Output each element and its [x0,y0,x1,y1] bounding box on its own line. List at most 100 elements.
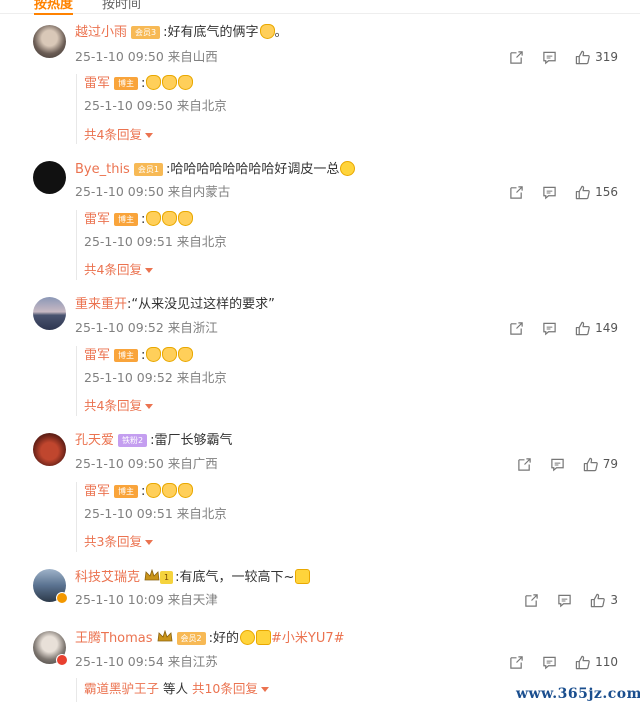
avatar[interactable] [33,161,66,194]
share-button[interactable] [509,655,524,670]
username-link[interactable]: 越过小雨 [75,25,127,40]
comment-text: :有底气，一较高下~ [175,570,295,585]
reply-text: : [141,76,146,91]
comment-button[interactable] [542,50,557,65]
comment-button[interactable] [542,185,557,200]
username-link[interactable]: 孔天爱 [75,433,114,448]
reply-divider [76,210,77,280]
caret-down-icon [144,404,153,409]
username-link[interactable]: 科技艾瑞克 [75,570,140,585]
comment-meta: 25-1-10 09:50 来自内蒙古 [75,184,231,199]
comment-line: 孔天爱 铁粉2:雷厂长够霸气 [75,432,233,450]
comment-icon [543,322,556,335]
dog-emoji-icon [146,75,162,90]
dog-emoji-icon [146,483,162,498]
tab-hot[interactable]: 按热度 [34,0,74,15]
thumbs-up-emoji-icon [256,630,272,645]
share-button[interactable] [524,593,539,608]
sort-tabs: 按热度 按时间 [0,0,640,15]
comment-button[interactable] [550,457,565,472]
thumbs-up-icon [583,457,598,471]
member-badge: 会员2 [176,632,206,645]
reply-meta: 25-1-10 09:51 来自北京 [84,234,227,249]
like-button[interactable]: 79 [583,457,618,472]
username-link[interactable]: 王腾Thomas [75,631,153,646]
comment-icon [543,656,556,669]
avatar[interactable] [33,297,66,330]
reply-username-link[interactable]: 雷军 [84,484,110,499]
more-replies-link[interactable]: 共10条回复 [192,681,269,696]
comment-meta: 25-1-10 09:50 来自山西 [75,49,218,64]
tab-time[interactable]: 按时间 [102,0,141,12]
reply-line: 雷军 博主: [84,75,194,93]
comment-button[interactable] [542,321,557,336]
share-button[interactable] [517,457,532,472]
more-replies-link[interactable]: 共4条回复 [84,127,153,143]
thumbs-up-icon [591,593,606,607]
member-badge: 会员3 [131,26,161,39]
like-count: 156 [595,185,618,199]
more-replies-label: 共4条回复 [84,127,142,142]
like-button[interactable]: 3 [590,593,618,608]
comment-actions: 156 [491,183,618,201]
verified-icon [56,654,68,666]
like-count: 3 [610,593,618,607]
comment-text: :好的 [208,631,240,646]
comment-meta: 25-1-10 09:50 来自广西 [75,456,218,471]
caret-down-icon [260,687,269,692]
reply-line: 雷军 博主: [84,347,194,365]
more-replies-link[interactable]: 共3条回复 [84,534,153,550]
username-link[interactable]: 重来重开 [75,297,127,312]
avatar[interactable] [33,25,66,58]
comment-text: :好有底气的俩字 [163,25,259,40]
dog-emoji-icon [146,347,162,362]
reply-username-link[interactable]: 霸道黑驴王子 [84,681,159,696]
like-button[interactable]: 156 [575,185,618,200]
share-button[interactable] [509,50,524,65]
comment-line: Bye_this 会员1:哈哈哈哈哈哈哈哈好调皮一总 [75,161,356,179]
dog-emoji-icon [178,483,194,498]
thumbs-up-emoji-icon [295,569,311,584]
share-button[interactable] [509,321,524,336]
avatar[interactable] [33,631,68,666]
reply-username-link[interactable]: 雷军 [84,212,110,227]
more-replies-link[interactable]: 共4条回复 [84,262,153,278]
comment-button[interactable] [542,655,557,670]
verified-icon [56,592,68,604]
like-button[interactable]: 319 [575,50,618,65]
more-replies-link[interactable]: 共4条回复 [84,398,153,414]
like-button[interactable]: 149 [575,321,618,336]
comment-actions: 110 [491,653,618,671]
like-button[interactable]: 110 [575,655,618,670]
more-replies-label: 共4条回复 [84,262,142,277]
reply-username-link[interactable]: 雷军 [84,348,110,363]
caret-down-icon [144,268,153,273]
comment-actions: 319 [491,48,618,66]
comment-meta: 25-1-10 09:52 来自浙江 [75,320,218,335]
member-badge: 会员1 [133,163,163,176]
username-link[interactable]: Bye_this [75,162,130,177]
reply-divider [76,346,77,416]
share-icon [517,457,531,471]
share-icon [510,50,523,64]
share-icon [510,655,523,669]
reply-text: : [141,212,146,227]
avatar[interactable] [33,569,68,604]
reply-text: : [141,348,146,363]
comment-line: 越过小雨 会员3:好有底气的俩字。 [75,24,288,40]
avatar[interactable] [33,433,66,466]
hashtag-link[interactable]: #小米YU7# [271,631,345,646]
comment-line: 科技艾瑞克 1:有底气，一较高下~ [75,569,311,587]
dog-emoji-icon [178,75,194,90]
comment-button[interactable] [557,593,572,608]
dog-emoji-icon [162,347,178,362]
more-replies-label: 共10条回复 [191,681,258,696]
share-button[interactable] [509,185,524,200]
share-icon [510,321,523,335]
reply-line: 雷军 博主: [84,483,194,501]
like-count: 319 [595,50,618,64]
reply-username-link[interactable]: 雷军 [84,76,110,91]
comment-icon [558,594,572,607]
reply-summary-text: 等人 [159,681,192,696]
reply-divider [76,482,77,552]
